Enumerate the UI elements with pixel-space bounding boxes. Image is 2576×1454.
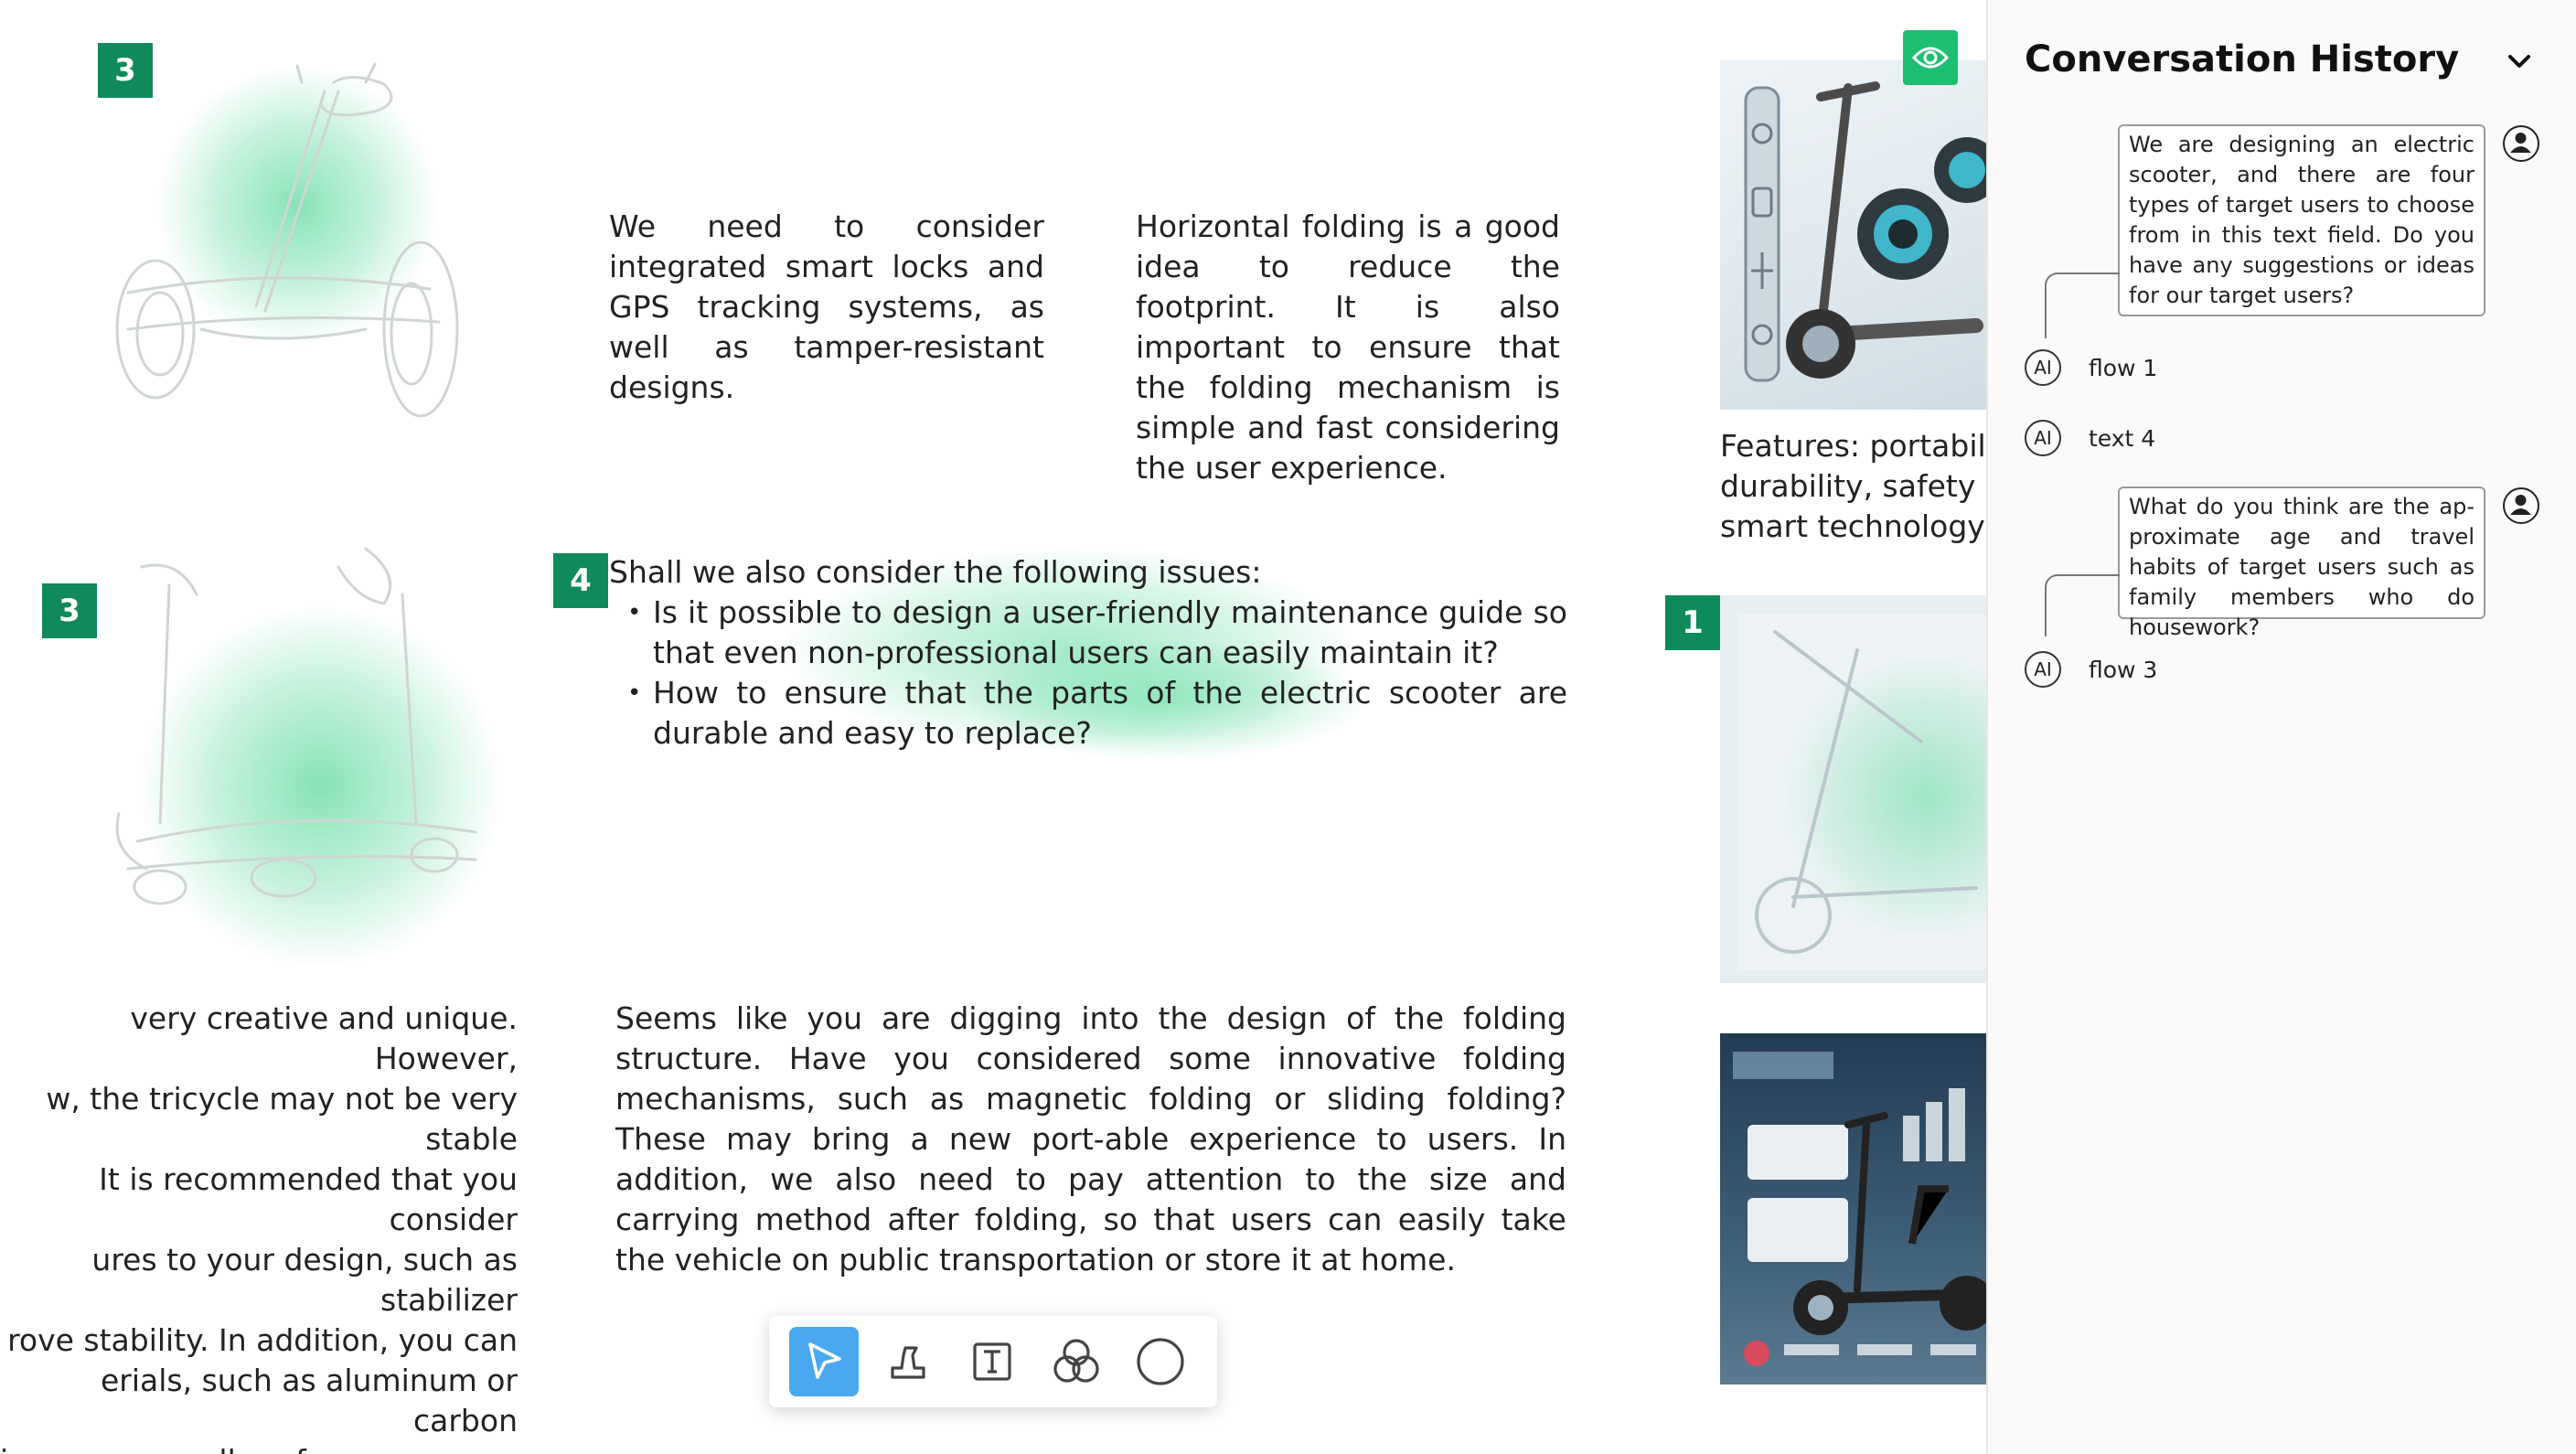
issue-item-2: How to ensure that the parts of the elec… [627, 673, 1567, 754]
text-line: w, the tricycle may not be very stable [46, 1081, 518, 1157]
security-note-text[interactable]: We need to consider integrated smart loc… [609, 207, 1044, 408]
cursor-arrow-icon [808, 1342, 841, 1379]
tricycle-feedback-text[interactable]: very creative and unique. However, w, th… [0, 999, 518, 1454]
user-avatar [2503, 125, 2539, 162]
ai-avatar: AI [2025, 651, 2061, 688]
user-message[interactable]: What do you think are the ap-proximate a… [2118, 486, 2485, 640]
preview-eye-button[interactable] [1903, 30, 1958, 85]
text-line: smart technology [1720, 508, 1985, 544]
text-line: It is recommended that you consider [99, 1161, 518, 1237]
stamp-tool-button[interactable] [873, 1327, 943, 1396]
issues-heading: Shall we also consider the following iss… [609, 554, 1262, 590]
text-line: durability, safety ar [1720, 468, 1986, 504]
drawing-toolbar [769, 1316, 1217, 1407]
scooter-sketch-image[interactable] [1720, 595, 1986, 983]
history-item-label: text 4 [2089, 424, 2156, 452]
select-tool-button[interactable] [789, 1327, 859, 1396]
message-connector-line [2045, 273, 2120, 338]
person-icon [2510, 495, 2531, 515]
scooter-sketch-graphic [1755, 630, 1978, 954]
text-line: erials, such as aluminum or carbon [100, 1363, 518, 1438]
scooter-sketch-1[interactable] [91, 55, 476, 439]
text-tool-button[interactable] [957, 1327, 1027, 1396]
shapes-tool-button[interactable] [1042, 1327, 1111, 1396]
folding-note-text[interactable]: Horizontal folding is a good idea to red… [1136, 207, 1560, 488]
node-badge-3: 3 [98, 43, 153, 98]
text-line: Features: portabilit [1720, 428, 1986, 464]
ai-avatar: AI [2025, 349, 2061, 386]
text-box-icon [973, 1342, 1011, 1381]
history-item-text-4[interactable]: AI text 4 [2025, 418, 2155, 458]
features-text[interactable]: Features: portabilit durability, safety … [1720, 426, 1986, 547]
stamp-icon [891, 1346, 925, 1379]
scooter-render-image[interactable] [1720, 60, 1986, 410]
circle-tool-button[interactable] [1126, 1327, 1195, 1396]
scooter-infographic-image[interactable] [1720, 1033, 1986, 1385]
node-badge-4: 4 [553, 553, 608, 608]
folding-structure-text[interactable]: Seems like you are digging into the desi… [615, 999, 1566, 1280]
chevron-down-icon[interactable] [2506, 48, 2533, 75]
user-avatar [2503, 487, 2539, 524]
issue-item-1: Is it possible to design a user-friendly… [627, 593, 1567, 673]
issues-block[interactable]: Shall we also consider the following iss… [609, 552, 1567, 754]
node-badge-3: 3 [42, 583, 97, 638]
history-item-flow-3[interactable]: AI flow 3 [2025, 649, 2157, 690]
circle-icon [1137, 1338, 1184, 1385]
conversation-history-panel: Conversation History We are designing an… [1986, 0, 2576, 1454]
message-connector-line [2045, 574, 2120, 636]
node-badge-1: 1 [1665, 595, 1720, 650]
person-icon [2510, 133, 2531, 153]
history-item-flow-1[interactable]: AI flow 1 [2025, 347, 2157, 388]
text-line: ures to your design, such as stabilizer [91, 1242, 518, 1318]
text-line: rove stability. In addition, you can [7, 1322, 518, 1358]
eye-icon [1912, 47, 1949, 69]
issues-list: Is it possible to design a user-friendly… [609, 593, 1567, 754]
tricycle-sketch[interactable] [101, 540, 503, 924]
ai-avatar: AI [2025, 420, 2061, 456]
whiteboard-canvas[interactable]: 3 3 We need to consider integrated smart… [0, 0, 1986, 1454]
panel-title: Conversation History [2025, 38, 2460, 80]
user-message[interactable]: We are designing an electric scooter, an… [2118, 124, 2485, 316]
text-line: improve overall performance. [0, 1441, 518, 1454]
overlap-circles-icon [1053, 1339, 1099, 1383]
scooter-infographic-graphic [1733, 1052, 1986, 1366]
text-line: very creative and unique. However, [130, 1000, 518, 1076]
history-item-label: flow 3 [2089, 656, 2158, 683]
history-item-label: flow 1 [2089, 354, 2158, 381]
scooter-render-graphic [1744, 81, 1986, 382]
